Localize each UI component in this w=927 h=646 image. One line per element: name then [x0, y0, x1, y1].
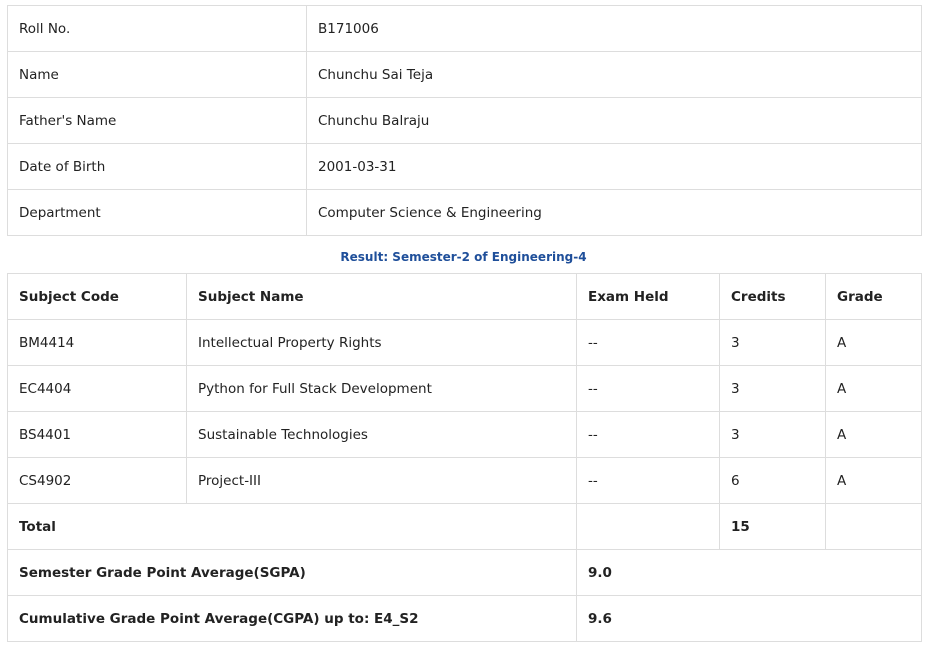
- subject-grade: A: [825, 411, 922, 458]
- total-grade-empty: [825, 503, 922, 550]
- subject-name: Python for Full Stack Development: [186, 365, 577, 412]
- sgpa-value: 9.0: [576, 549, 922, 596]
- subject-credits: 3: [719, 411, 826, 458]
- student-info-table: Roll No. B171006 Name Chunchu Sai Teja F…: [7, 5, 922, 236]
- header-subject-code: Subject Code: [7, 273, 187, 320]
- subject-row: BS4401 Sustainable Technologies -- 3 A: [7, 411, 922, 458]
- total-exam-empty: [576, 503, 720, 550]
- father-name-value: Chunchu Balraju: [306, 97, 922, 144]
- subject-name: Intellectual Property Rights: [186, 319, 577, 366]
- exam-held: --: [576, 365, 720, 412]
- header-subject-name: Subject Name: [186, 273, 577, 320]
- subject-grade: A: [825, 457, 922, 504]
- result-caption: Result: Semester-2 of Engineering-4: [340, 250, 587, 264]
- subject-credits: 3: [719, 319, 826, 366]
- subject-code: BM4414: [7, 319, 187, 366]
- roll-no-value: B171006: [306, 5, 922, 52]
- subject-grade: A: [825, 319, 922, 366]
- father-name-row: Father's Name Chunchu Balraju: [7, 97, 922, 144]
- dob-row: Date of Birth 2001-03-31: [7, 143, 922, 190]
- header-exam-held: Exam Held: [576, 273, 720, 320]
- department-row: Department Computer Science & Engineerin…: [7, 189, 922, 236]
- header-grade: Grade: [825, 273, 922, 320]
- cgpa-row: Cumulative Grade Point Average(CGPA) up …: [7, 595, 922, 642]
- name-row: Name Chunchu Sai Teja: [7, 51, 922, 98]
- total-label: Total: [7, 503, 577, 550]
- exam-held: --: [576, 457, 720, 504]
- exam-held: --: [576, 319, 720, 366]
- name-value: Chunchu Sai Teja: [306, 51, 922, 98]
- roll-no-row: Roll No. B171006: [7, 5, 922, 52]
- exam-held: --: [576, 411, 720, 458]
- roll-no-label: Roll No.: [7, 5, 307, 52]
- total-row: Total 15: [7, 503, 922, 550]
- grades-header-row: Subject Code Subject Name Exam Held Cred…: [7, 273, 922, 320]
- department-value: Computer Science & Engineering: [306, 189, 922, 236]
- sgpa-row: Semester Grade Point Average(SGPA) 9.0: [7, 549, 922, 596]
- subject-row: CS4902 Project-III -- 6 A: [7, 457, 922, 504]
- result-page: Roll No. B171006 Name Chunchu Sai Teja F…: [0, 0, 927, 646]
- dob-label: Date of Birth: [7, 143, 307, 190]
- sgpa-label: Semester Grade Point Average(SGPA): [7, 549, 577, 596]
- subject-row: EC4404 Python for Full Stack Development…: [7, 365, 922, 412]
- department-label: Department: [7, 189, 307, 236]
- total-credits: 15: [719, 503, 826, 550]
- father-name-label: Father's Name: [7, 97, 307, 144]
- subject-code: BS4401: [7, 411, 187, 458]
- cgpa-label: Cumulative Grade Point Average(CGPA) up …: [7, 595, 577, 642]
- subject-name: Sustainable Technologies: [186, 411, 577, 458]
- dob-value: 2001-03-31: [306, 143, 922, 190]
- subject-code: CS4902: [7, 457, 187, 504]
- subject-code: EC4404: [7, 365, 187, 412]
- header-credits: Credits: [719, 273, 826, 320]
- name-label: Name: [7, 51, 307, 98]
- subject-grade: A: [825, 365, 922, 412]
- subject-name: Project-III: [186, 457, 577, 504]
- grades-table: Subject Code Subject Name Exam Held Cred…: [7, 273, 922, 642]
- cgpa-value: 9.6: [576, 595, 922, 642]
- subject-row: BM4414 Intellectual Property Rights -- 3…: [7, 319, 922, 366]
- subject-credits: 3: [719, 365, 826, 412]
- subject-credits: 6: [719, 457, 826, 504]
